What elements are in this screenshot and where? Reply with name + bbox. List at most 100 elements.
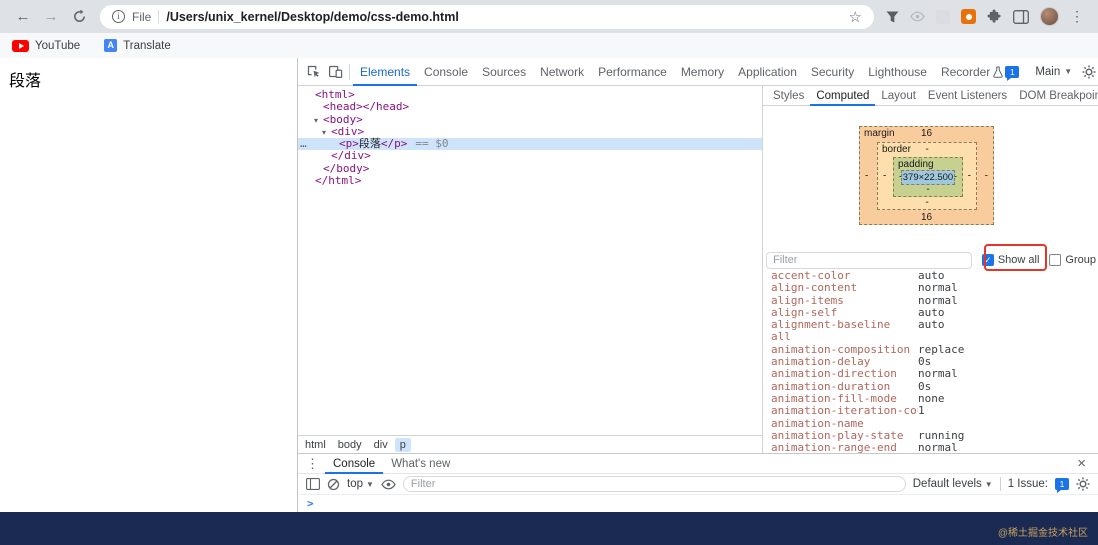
box-model-margin[interactable]: margin 16 16 - - border - - - - padding …	[859, 126, 994, 225]
tab-event-listeners[interactable]: Event Listeners	[922, 86, 1013, 106]
console-sidebar-icon[interactable]	[306, 478, 320, 490]
computed-property-row[interactable]: animation-fill-mode none	[763, 392, 1098, 405]
tab-dom-breakpoints[interactable]: DOM Breakpoints	[1013, 86, 1098, 106]
group-checkbox[interactable]: Group	[1049, 254, 1096, 266]
url-scheme-label: File	[132, 9, 152, 24]
devtools-tab-recorder[interactable]: Recorder	[934, 58, 997, 86]
group-label: Group	[1065, 254, 1096, 266]
dom-code-text: 段落	[358, 137, 381, 151]
property-name: all	[771, 331, 791, 344]
forward-icon[interactable]: →	[38, 4, 64, 30]
computed-filter-row: ✓ Show all Group	[763, 244, 1098, 272]
inspect-icon[interactable]	[302, 61, 324, 83]
breadcrumb-body[interactable]: body	[333, 438, 367, 452]
devtools-tab-network[interactable]: Network	[533, 58, 591, 86]
browser-menu-icon[interactable]: ⋮	[1070, 8, 1084, 25]
ellipsis-marker: …	[300, 137, 307, 151]
dom-tree-row[interactable]: </body>	[298, 162, 762, 175]
bookmarks-bar: YouTube A Translate	[0, 33, 1098, 58]
toolbar-extensions: ⋮	[886, 7, 1084, 26]
devtools-settings-gear-icon[interactable]	[1078, 61, 1098, 83]
border-left-value: -	[883, 170, 887, 182]
site-info-icon[interactable]: i	[112, 10, 125, 23]
devtools-tab-application[interactable]: Application	[731, 58, 804, 86]
breadcrumb-p[interactable]: p	[394, 437, 411, 452]
extensions-puzzle-icon[interactable]	[987, 9, 1002, 24]
computed-property-row[interactable]: animation-name	[763, 418, 1098, 430]
issues-counter-icon[interactable]: 1	[1055, 478, 1069, 493]
bookmark-youtube[interactable]: YouTube	[12, 39, 81, 52]
bookmark-star-icon[interactable]: ☆	[849, 8, 862, 26]
computed-property-row[interactable]: animation-direction normal	[763, 368, 1098, 381]
drawer-menu-icon[interactable]: ⋮	[306, 456, 319, 472]
devtools-tab-performance[interactable]: Performance	[591, 58, 674, 86]
eye-extension-icon[interactable]	[910, 9, 925, 24]
checkbox-checked-icon[interactable]: ✓	[981, 254, 994, 266]
console-prompt-row[interactable]: >	[298, 495, 1098, 512]
tab-styles[interactable]: Styles	[767, 86, 810, 106]
address-bar[interactable]: i File /Users/unix_kernel/Desktop/demo/c…	[100, 4, 874, 29]
computed-property-row[interactable]: animation-range-end normal	[763, 441, 1098, 453]
breadcrumb-div[interactable]: div	[369, 438, 393, 452]
console-filter-input[interactable]	[402, 476, 906, 492]
box-model-content[interactable]: 379×22.500	[901, 170, 955, 185]
property-value: normal	[918, 281, 958, 295]
drawer-tab-console[interactable]: Console	[325, 454, 383, 474]
box-model-border[interactable]: border - - - - padding - - - 379×22.500	[877, 142, 977, 210]
console-settings-gear-icon[interactable]	[1076, 477, 1090, 491]
devtools-tab-sources[interactable]: Sources	[475, 58, 533, 86]
devtools-tab-lighthouse[interactable]: Lighthouse	[861, 58, 934, 86]
orange-extension-icon[interactable]	[961, 9, 976, 24]
tab-computed[interactable]: Computed	[810, 86, 875, 106]
computed-filter-input[interactable]	[766, 251, 972, 269]
reload-icon[interactable]	[66, 4, 92, 30]
bottom-band: @稀土掘金技术社区	[0, 512, 1098, 545]
context-selector[interactable]: Main ▼	[1035, 66, 1072, 78]
console-prompt-chevron: >	[307, 497, 314, 510]
flask-icon	[993, 66, 1004, 78]
checkbox-unchecked-icon[interactable]	[1049, 254, 1062, 266]
show-all-checkbox[interactable]: ✓ Show all	[981, 254, 1039, 266]
live-expression-eye-icon[interactable]	[381, 477, 396, 492]
dom-code-tag: <body>	[323, 112, 363, 126]
profile-avatar[interactable]	[1040, 7, 1059, 26]
dom-tree-row[interactable]: </html>	[298, 174, 762, 188]
devtools-tab-security[interactable]: Security	[804, 58, 861, 86]
devtools-tab-elements[interactable]: Elements	[353, 58, 417, 86]
issues-counter-icon[interactable]: 1	[1005, 65, 1020, 81]
computed-property-row[interactable]: animation-iteration-count1	[763, 404, 1098, 418]
drawer-tab-whats-new[interactable]: What's new	[383, 454, 458, 474]
selected-node-hint: == $0	[415, 137, 449, 151]
bookmark-label: YouTube	[35, 39, 81, 52]
device-toolbar-icon[interactable]	[324, 61, 346, 83]
breadcrumb-html[interactable]: html	[300, 438, 331, 452]
devtools-tab-memory[interactable]: Memory	[674, 58, 731, 86]
tab-layout[interactable]: Layout	[875, 86, 922, 106]
funnel-extension-icon[interactable]	[886, 10, 899, 23]
log-levels-dropdown[interactable]: Default levels ▼	[913, 478, 993, 490]
context-dropdown[interactable]: top ▼	[347, 478, 374, 490]
box-model-padding[interactable]: padding - - - 379×22.500	[893, 157, 963, 197]
computed-property-row[interactable]: all	[763, 331, 1098, 343]
dom-code-tag: </html>	[315, 174, 362, 188]
gray-extension-icon[interactable]	[936, 9, 950, 24]
computed-property-row[interactable]: align-content normal	[763, 281, 1098, 295]
issues-label: 1 Issue:	[1007, 478, 1048, 490]
clear-console-icon[interactable]	[327, 478, 340, 491]
dom-tree-row[interactable]: <head></head>	[298, 101, 762, 113]
margin-right-value: -	[984, 170, 988, 181]
url-path[interactable]: /Users/unix_kernel/Desktop/demo/css-demo…	[166, 10, 841, 24]
translate-icon: A	[104, 39, 118, 52]
property-name: accent-color	[771, 270, 851, 282]
padding-label: padding	[898, 159, 934, 170]
dom-code-tag: </div>	[331, 149, 371, 163]
back-icon[interactable]: ←	[10, 4, 36, 30]
devtools-tab-console[interactable]: Console	[417, 58, 475, 86]
side-panel-icon[interactable]	[1013, 9, 1029, 24]
dom-tree-row[interactable]: ▾ <body>	[298, 112, 762, 126]
property-name: animation-name	[771, 417, 864, 430]
bookmark-translate[interactable]: A Translate	[104, 39, 171, 52]
property-value: 1	[918, 404, 925, 418]
drawer-close-icon[interactable]: ×	[1071, 455, 1092, 472]
computed-property-row[interactable]: alignment-baseline auto	[763, 318, 1098, 331]
